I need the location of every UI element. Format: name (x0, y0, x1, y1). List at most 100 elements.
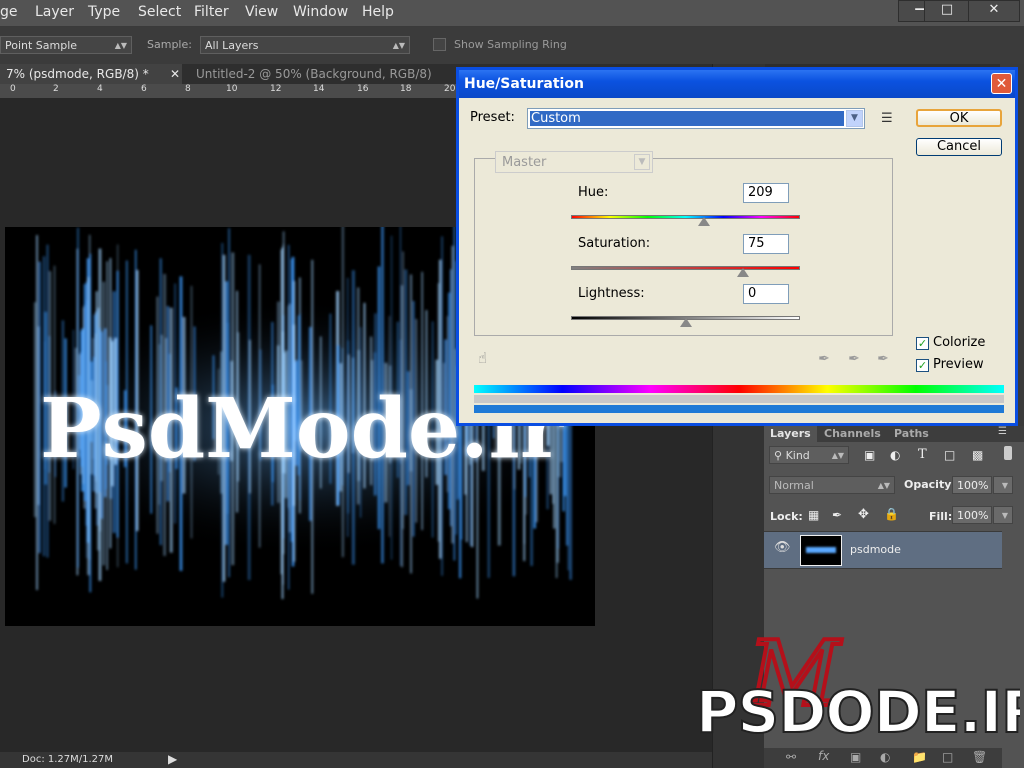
sample-value: All Layers (205, 39, 259, 52)
tab-paths[interactable]: Paths (888, 426, 935, 442)
ruler-label: 16 (357, 84, 369, 94)
tab-psdmode[interactable]: 7% (psdmode, RGB/8) * ✕ (0, 64, 182, 84)
lock-pixels-brush-icon[interactable]: ✒ (832, 508, 842, 522)
preset-value: Custom (530, 111, 844, 126)
restore-button[interactable]: □ (924, 0, 970, 22)
pixel-filter-icon[interactable]: ▣ (864, 448, 875, 462)
lightness-input[interactable]: 0 (743, 284, 789, 304)
filter-kind-dropdown[interactable]: ⚲ Kind ▲▼ (769, 446, 849, 464)
tab-label: Untitled-2 @ 50% (Background, RGB/8) (196, 67, 432, 81)
eyedropper-minus-icon[interactable]: ✒ (874, 350, 892, 368)
ruler-label: 6 (141, 84, 147, 94)
updown-icon: ▲▼ (392, 41, 405, 50)
hue-slider-thumb[interactable] (697, 217, 710, 226)
sample-dropdown[interactable]: All Layers ▲▼ (200, 36, 410, 54)
updown-icon: ▲▼ (831, 451, 844, 460)
panel-menu-icon[interactable]: ☰ (998, 426, 1007, 437)
chevron-down-icon: ▼ (634, 154, 650, 170)
smart-object-filter-icon[interactable]: ▩ (972, 448, 983, 462)
ruler-label: 18 (400, 84, 412, 94)
opacity-input[interactable]: 100% (952, 476, 992, 494)
preset-options-icon[interactable]: ☰ (881, 111, 893, 126)
updown-icon: ▲▼ (114, 41, 127, 50)
filter-toggle[interactable] (1004, 446, 1012, 460)
opacity-dropdown-button[interactable]: ▼ (993, 476, 1013, 494)
dialog-close-button[interactable]: ✕ (991, 73, 1012, 94)
menu-type[interactable]: Type (88, 4, 120, 20)
hue-slider[interactable] (571, 215, 800, 219)
status-arrow-icon[interactable]: ▶ (168, 752, 177, 766)
type-filter-icon[interactable]: T (918, 447, 927, 462)
chevron-down-icon: ▼ (1001, 481, 1008, 490)
saturation-input[interactable]: 75 (743, 234, 789, 254)
fx-icon[interactable]: fx (818, 749, 829, 763)
new-layer-icon[interactable]: □ (942, 750, 953, 764)
adjustment-icon[interactable]: ◐ (880, 750, 890, 764)
blend-mode-dropdown[interactable]: Normal ▲▼ (769, 476, 895, 494)
menu-filter[interactable]: Filter (194, 4, 229, 20)
colorize-checkbox[interactable]: ✓ (916, 337, 929, 350)
menu-select[interactable]: Select (138, 4, 181, 20)
menu-window[interactable]: Window (293, 4, 348, 20)
tab-untitled-2[interactable]: Untitled-2 @ 50% (Background, RGB/8) (190, 64, 438, 84)
sampling-ring-checkbox[interactable] (433, 38, 446, 51)
hue-input[interactable]: 209 (743, 183, 789, 203)
sample-size-dropdown[interactable]: Point Sample ▲▼ (0, 36, 132, 54)
menu-view[interactable]: View (245, 4, 278, 20)
menu-bar: ge Layer Type Select Filter View Window … (0, 0, 1024, 27)
close-app-button[interactable]: ✕ (968, 0, 1020, 22)
saturation-slider[interactable] (571, 266, 800, 270)
lock-label: Lock: (770, 510, 803, 523)
color-range-bar (474, 395, 1004, 403)
saturation-slider-thumb[interactable] (736, 268, 749, 277)
trash-icon[interactable]: 🗑 (972, 750, 987, 764)
hue-label: Hue: (578, 185, 609, 200)
layer-row[interactable]: 👁 psdmode (764, 531, 1002, 569)
preview-checkbox[interactable]: ✓ (916, 359, 929, 372)
hue-saturation-dialog: Hue/Saturation ✕ Preset: Custom ▼ ☰ OK C… (456, 67, 1018, 426)
watermark-logo: M PSDODE.IR (695, 620, 1020, 740)
layers-footer: ⚯ fx ▣ ◐ 📁 □ 🗑 (764, 748, 1002, 768)
eyedropper-plus-icon[interactable]: ✒ (845, 350, 863, 368)
eyedropper-icon[interactable]: ✒ (815, 350, 833, 368)
kind-value: Kind (785, 449, 810, 462)
tab-layers[interactable]: Layers (764, 426, 817, 442)
watermark-text: PSDODE.IR (696, 678, 1020, 740)
blend-mode-value: Normal (774, 479, 814, 492)
folder-icon[interactable]: 📁 (912, 750, 927, 764)
channel-dropdown[interactable]: Master ▼ (495, 151, 653, 173)
lock-all-icon[interactable]: 🔒 (884, 507, 899, 521)
preset-dropdown[interactable]: Custom ▼ (527, 108, 865, 129)
cancel-button[interactable]: Cancel (916, 138, 1002, 156)
close-tab-icon[interactable]: ✕ (170, 64, 180, 84)
hand-adjust-icon[interactable]: ☝ (478, 349, 487, 367)
menu-help[interactable]: Help (362, 4, 394, 20)
ruler-label: 8 (185, 84, 191, 94)
lock-position-move-icon[interactable]: ✥ (858, 507, 869, 522)
adjustment-filter-icon[interactable]: ◐ (890, 448, 900, 462)
fill-dropdown-button[interactable]: ▼ (993, 506, 1013, 524)
mask-icon[interactable]: ▣ (850, 750, 861, 764)
preset-label: Preset: (470, 110, 515, 125)
preview-label: Preview (933, 357, 984, 372)
eye-visibility-icon[interactable]: 👁 (774, 540, 791, 555)
doc-size: Doc: 1.27M/1.27M (22, 754, 114, 765)
link-icon[interactable]: ⚯ (786, 750, 796, 764)
chevron-down-icon[interactable]: ▼ (846, 110, 863, 127)
lock-transparent-icon[interactable]: ▦ (808, 508, 819, 522)
tab-channels[interactable]: Channels (818, 426, 887, 442)
menu-layer[interactable]: Layer (35, 4, 74, 20)
fill-label: Fill: (929, 510, 953, 523)
layer-name[interactable]: psdmode (850, 543, 901, 556)
output-color-bar (474, 405, 1004, 413)
input-color-bar (474, 385, 1004, 393)
options-bar: Point Sample ▲▼ Sample: All Layers ▲▼ Show… (0, 27, 1024, 65)
channel-value: Master (502, 155, 547, 170)
shape-filter-icon[interactable]: □ (944, 448, 955, 462)
horizontal-ruler: 0 2 4 6 8 10 12 14 16 18 20 (0, 84, 460, 99)
ruler-label: 12 (270, 84, 282, 94)
lightness-slider-thumb[interactable] (679, 318, 692, 327)
menu-image[interactable]: ge (0, 4, 18, 20)
fill-input[interactable]: 100% (952, 506, 992, 524)
ok-button[interactable]: OK (916, 109, 1002, 127)
